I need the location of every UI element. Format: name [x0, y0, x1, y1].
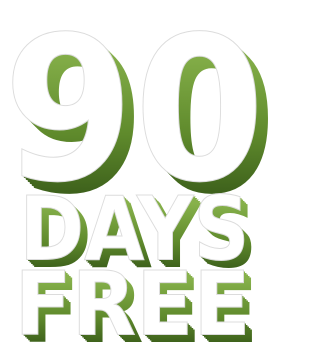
line-free-face: FREE [15, 253, 251, 354]
line-free: FREE FREE FREE FREE FREE FREE [14, 252, 258, 354]
promo-graphic: 90 90 90 90 90 90 90 DAYS DAYS DAYS DAYS… [3, 0, 273, 354]
promo-badge: 90 90 90 90 90 90 90 DAYS DAYS DAYS DAYS… [0, 0, 272, 354]
